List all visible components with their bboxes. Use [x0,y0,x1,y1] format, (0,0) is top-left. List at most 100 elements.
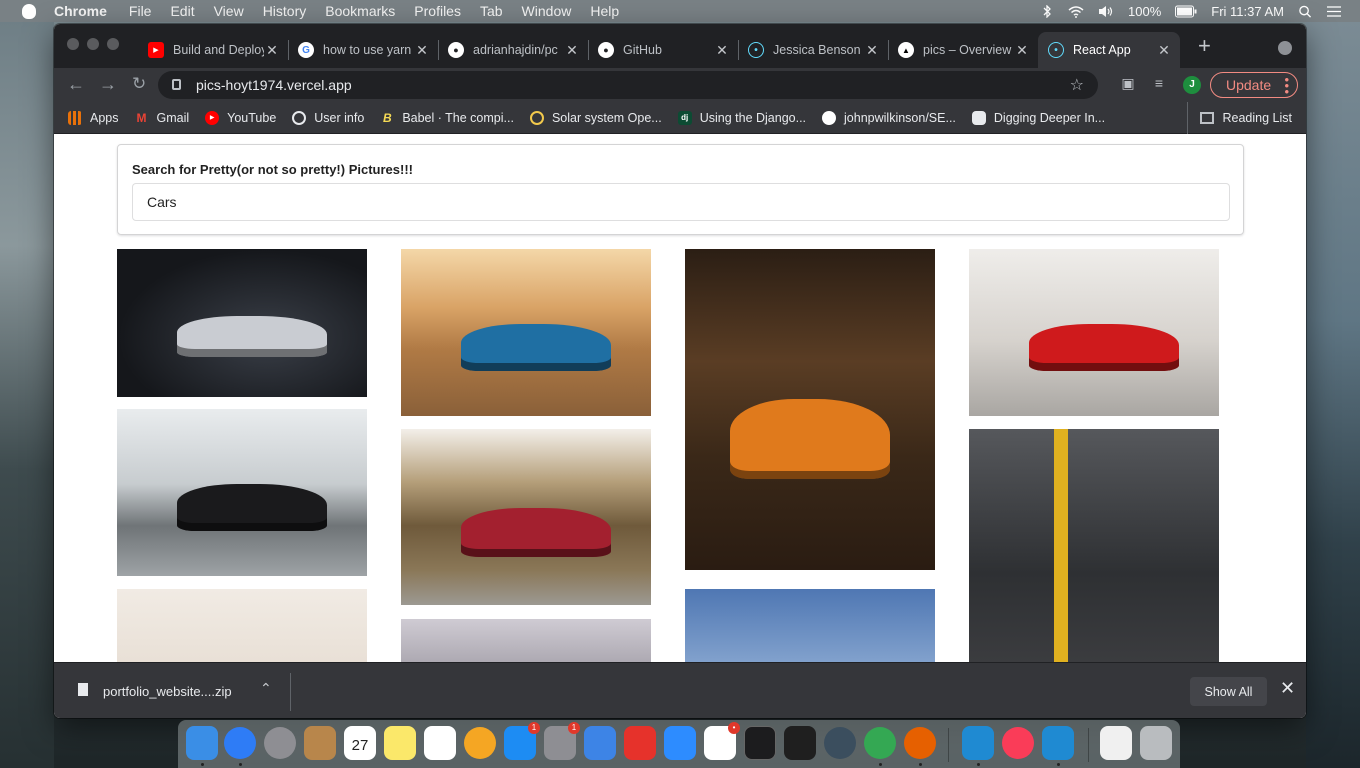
menu-view[interactable]: View [214,3,244,19]
bookmark-item[interactable]: User info [292,110,364,125]
forward-arrow-icon[interactable]: → [99,74,117,94]
spotlight-search-icon[interactable] [1298,5,1312,18]
safari-icon[interactable] [224,727,256,759]
wifi-icon[interactable] [1068,5,1084,18]
browser-tab[interactable]: • Jessica Benson ✕ [738,32,888,68]
address-url[interactable]: pics-hoyt1974.vercel.app [196,77,352,93]
media-controls-icon[interactable]: ≡ [1150,75,1168,93]
tab-close-icon[interactable]: ✕ [564,42,580,59]
browser-tab[interactable]: Ghow to use yarn ✕ [288,32,438,68]
menu-edit[interactable]: Edit [170,3,194,19]
car-image-sky-car-partial[interactable] [685,589,935,662]
bookmark-star-icon[interactable]: ☆ [1070,75,1084,95]
car-image-pale-car-partial[interactable] [117,589,367,662]
mail-icon[interactable] [624,726,656,760]
update-button[interactable]: Update • • • [1210,72,1298,98]
car-image-red-amg-forest[interactable] [401,429,651,605]
menu-app-name[interactable]: Chrome [54,3,107,19]
menu-bar-clock[interactable]: Fri 11:37 AM [1211,4,1284,19]
reminders-icon[interactable] [424,726,456,760]
apple-icon[interactable] [22,3,36,19]
car-image-white-camaro-garage[interactable] [117,249,367,397]
reload-icon[interactable]: ↻ [132,74,146,94]
bookmark-item[interactable]: Apps [68,110,119,125]
browser-tab[interactable]: ▶ Build and Deploy ✕ [138,32,288,68]
menu-tab[interactable]: Tab [480,3,503,19]
tab-close-icon[interactable]: ✕ [1014,42,1030,59]
tab-close-icon[interactable]: ✕ [714,42,730,59]
bookmark-item[interactable]: johnpwilkinson/SE... [822,110,956,125]
bookmark-item[interactable]: Solar system Ope... [529,110,662,125]
menu-bookmarks[interactable]: Bookmarks [325,3,395,19]
firefox-icon[interactable] [904,727,936,759]
pycharm-icon[interactable] [784,726,816,760]
menu-file[interactable]: File [129,3,152,19]
menu-window[interactable]: Window [522,3,572,19]
vscode-icon[interactable] [962,726,994,760]
tab-close-icon[interactable]: ✕ [414,42,430,59]
car-image-orange-lamborghini-forest[interactable] [685,249,935,570]
bookmark-item[interactable]: dj Using the Django... [677,110,806,125]
reading-list-label: Reading List [1222,111,1293,125]
volume-icon[interactable] [1098,5,1114,18]
menu-profiles[interactable]: Profiles [414,3,461,19]
browser-tab[interactable]: ▲ pics – Overview ✕ [888,32,1038,68]
launchpad-icon[interactable] [264,727,296,759]
tab-close-icon[interactable]: ✕ [264,42,280,59]
screenshot-icon[interactable] [1100,726,1132,760]
bookmark-item[interactable]: ▶ YouTube [205,110,276,125]
chrome-icon[interactable] [864,727,896,759]
apps-grid-icon [68,110,82,125]
minimize-window-button[interactable] [87,38,99,50]
new-tab-button[interactable]: + [1198,35,1211,57]
terminal-icon[interactable] [744,726,776,760]
tab-close-icon[interactable]: ✕ [864,42,880,59]
chevron-up-icon[interactable]: ⌃ [260,680,272,697]
bookmark-item[interactable]: Digging Deeper In... [971,110,1105,125]
window-controls [67,38,119,50]
bookmark-label: Babel · The compi... [402,110,514,125]
vscode-insiders-icon[interactable] [1042,726,1074,760]
macos-menu-bar: Chrome File Edit View History Bookmarks … [0,0,1360,22]
close-download-shelf-icon[interactable]: ✕ [1280,678,1295,699]
finder-icon[interactable] [186,726,218,760]
address-bar[interactable]: pics-hoyt1974.vercel.app ☆ [158,71,1098,99]
tab-search-icon[interactable] [1278,41,1292,55]
image-search-input[interactable] [132,183,1230,221]
profile-avatar[interactable]: J [1183,76,1201,94]
menu-history[interactable]: History [263,3,307,19]
tab-close-icon[interactable]: ✕ [1156,42,1172,59]
car-image-grey-car-partial[interactable] [401,619,651,662]
bluetooth-icon[interactable] [1040,4,1054,18]
browser-tab[interactable]: ● GitHub ✕ [588,32,738,68]
close-window-button[interactable] [67,38,79,50]
browser-tab[interactable]: • React App ✕ [1038,32,1180,68]
xcode-icon[interactable] [584,726,616,760]
car-image-red-laferrari-showroom[interactable] [969,249,1219,416]
menu-help[interactable]: Help [590,3,619,19]
download-filename[interactable]: portfolio_website....zip [103,684,232,699]
trash-icon[interactable] [1140,726,1172,760]
contacts-icon[interactable] [304,726,336,760]
car-image-blue-camaro-desert[interactable] [401,249,651,416]
browser-tab[interactable]: ● adrianhajdin/pc ✕ [438,32,588,68]
battery-icon[interactable] [1175,5,1197,18]
edge-icon[interactable] [824,727,856,759]
calendar-icon[interactable]: 27 [344,726,376,760]
lock-icon[interactable] [172,79,181,90]
photos-icon[interactable] [464,727,496,759]
notes-icon[interactable] [384,726,416,760]
control-center-icon[interactable] [1326,5,1342,18]
zoom-window-button[interactable] [107,38,119,50]
more-menu-icon[interactable]: • • • [1284,73,1289,98]
show-all-downloads-button[interactable]: Show All [1190,677,1267,706]
zoom-icon[interactable] [664,726,696,760]
bookmark-item[interactable]: B Babel · The compi... [380,111,514,125]
car-image-black-porsche-road[interactable] [117,409,367,576]
reading-list-button[interactable]: Reading List [1186,102,1293,134]
back-arrow-icon[interactable]: ← [67,74,85,94]
extensions-puzzle-icon[interactable]: ▣ [1119,75,1137,93]
bookmark-item[interactable]: M Gmail [135,111,190,125]
music-icon[interactable] [1002,727,1034,759]
car-image-grey-mercedes-stripe[interactable] [969,429,1219,662]
